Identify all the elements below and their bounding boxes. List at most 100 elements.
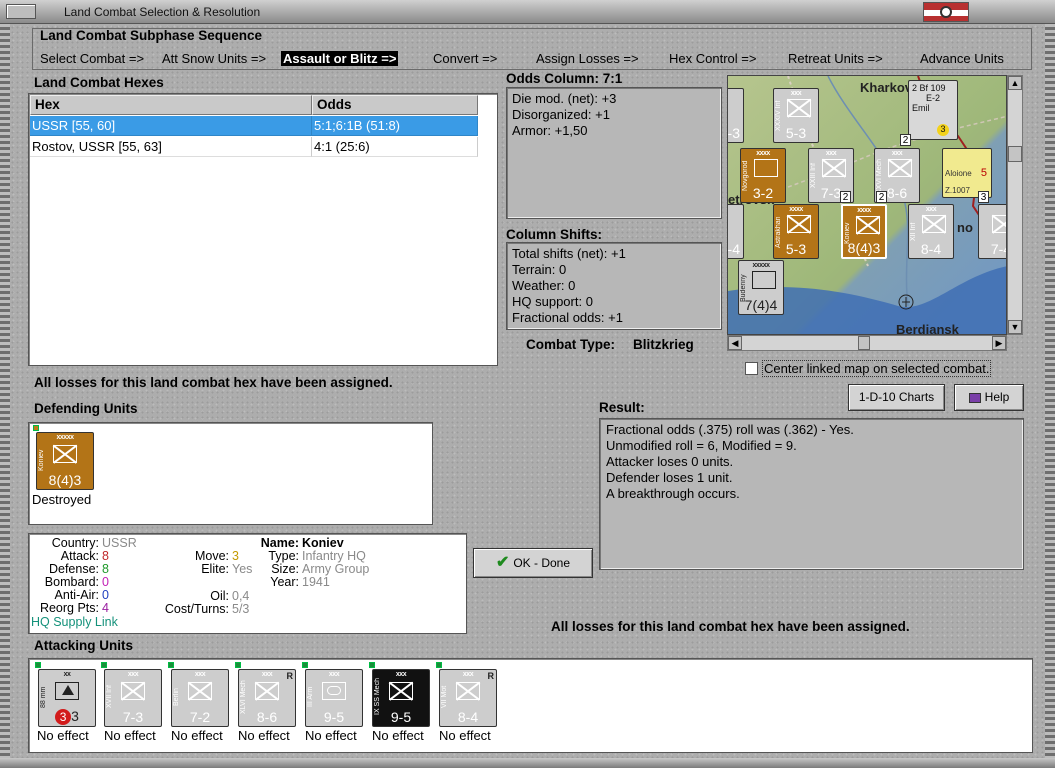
detail-label: Elite: xyxy=(201,562,229,576)
shift-line: Fractional odds: +1 xyxy=(512,310,623,325)
phase-advance-units[interactable]: Advance Units xyxy=(920,51,1004,66)
detail-label: Cost/Turns: xyxy=(164,602,229,616)
center-map-label[interactable]: Center linked map on selected combat. xyxy=(762,360,992,377)
city-label: no xyxy=(957,220,973,235)
echelon: xxx xyxy=(825,150,837,157)
scroll-thumb[interactable] xyxy=(858,336,870,350)
attacking-unit-counter[interactable]: xx 88 mm 33 xyxy=(38,669,96,727)
attacking-unit-counter[interactable]: xxx Berlin 7-2 xyxy=(171,669,229,727)
echelon: xxx xyxy=(395,671,407,678)
map-horizontal-scrollbar[interactable]: ◀ ▶ xyxy=(727,335,1007,351)
map-air-counter[interactable]: 2 Bf 109 E-2 Emil 3 xyxy=(908,80,958,140)
center-map-checkbox[interactable] xyxy=(745,362,758,375)
supply-marker-icon xyxy=(436,662,442,668)
frame-right xyxy=(1045,24,1055,768)
phase-retreat-units[interactable]: Retreat Units => xyxy=(788,51,883,66)
phase-att-snow-units[interactable]: Att Snow Units => xyxy=(162,51,266,66)
map-unit-counter[interactable]: xxxx Novgorod 3-2 xyxy=(740,148,786,203)
defending-unit-status: Destroyed xyxy=(32,492,92,507)
scroll-up-arrow-icon[interactable]: ▲ xyxy=(1008,76,1022,90)
ok-done-button[interactable]: ✔ OK - Done xyxy=(473,548,593,578)
shift-line: HQ support: 0 xyxy=(512,294,593,309)
attacking-unit-counter[interactable]: xxx XLVI Mech R 8-6 xyxy=(238,669,296,727)
result-label: Result: xyxy=(599,400,645,415)
echelon: xxx xyxy=(328,671,340,678)
ok-label: OK - Done xyxy=(513,556,571,570)
infantry-icon xyxy=(992,215,1006,233)
checkmark-icon: ✔ xyxy=(495,554,510,571)
armor-icon xyxy=(752,271,776,289)
attack-value: 3 xyxy=(55,709,72,725)
hexes-header: Hex Odds xyxy=(30,95,478,115)
table-row[interactable]: USSR [55, 60] 5:1;6:1B (51:8) xyxy=(30,116,478,136)
scroll-right-arrow-icon[interactable]: ▶ xyxy=(992,336,1006,350)
unit-strength: 7-4 xyxy=(990,241,1006,257)
map-unit-counter[interactable]: xxxx Astrakhan 5-3 xyxy=(773,204,819,259)
map-unit-counter[interactable]: xxx XII Inf 8-4 xyxy=(908,204,954,259)
echelon: xxx xyxy=(891,150,903,157)
map-unit-counter[interactable]: xxx XXXIV Inf 5-3 xyxy=(773,88,819,143)
phase-convert[interactable]: Convert => xyxy=(433,51,497,66)
odds-column-header[interactable]: Odds xyxy=(312,95,478,115)
help-button[interactable]: Help xyxy=(954,384,1024,411)
map-unit-counter[interactable]: -3 xyxy=(727,88,744,143)
attacking-unit-counter[interactable]: xxx VII Mot R 8-4 xyxy=(439,669,497,727)
map-unit-counter-selected[interactable]: xxxx Koniev 8(4)3 xyxy=(841,204,887,259)
map-vertical-scrollbar[interactable]: ▲ ▼ xyxy=(1007,75,1023,335)
unit-strength: 3-2 xyxy=(752,185,774,201)
map-unit-counter[interactable]: xxxxx Budenny 7(4)4 xyxy=(738,260,784,315)
hq-icon xyxy=(856,216,880,234)
attacking-unit-counter[interactable]: xxx IX SS Mech 9-5 xyxy=(372,669,430,727)
map-unit-counter[interactable]: -4 xyxy=(727,204,744,259)
map-unit-counter[interactable]: 7-4 xyxy=(978,204,1006,259)
scroll-left-arrow-icon[interactable]: ◀ xyxy=(728,336,742,350)
unit-strength: 8-6 xyxy=(256,709,278,725)
defending-unit-counter[interactable]: xxxxx Koniev 8(4)3 xyxy=(36,432,94,490)
attacking-unit-status: No effect xyxy=(37,728,89,743)
hex-column-header[interactable]: Hex xyxy=(30,95,312,115)
charts-button[interactable]: 1-D-10 Charts xyxy=(848,384,945,411)
column-shifts-label: Column Shifts: xyxy=(506,227,602,242)
supply-marker-icon xyxy=(35,662,41,668)
attacking-units-label: Attacking Units xyxy=(34,638,134,653)
echelon: xxxxx xyxy=(56,434,74,441)
frame-left xyxy=(0,24,10,768)
mech-icon xyxy=(888,159,912,177)
city-label: Kharkov xyxy=(860,80,913,95)
scroll-thumb[interactable] xyxy=(1008,146,1022,162)
phase-select-combat[interactable]: Select Combat => xyxy=(40,51,144,66)
phase-sequence-title: Land Combat Subphase Sequence xyxy=(40,28,263,43)
echelon: xxxxx xyxy=(752,262,770,269)
supply-marker-icon xyxy=(302,662,308,668)
supply-marker-icon xyxy=(168,662,174,668)
odds-line: Disorganized: +1 xyxy=(512,107,610,122)
phase-hex-control[interactable]: Hex Control => xyxy=(669,51,756,66)
unit-strength: -3 xyxy=(727,125,740,141)
attacking-unit-counter[interactable]: xxx III Arm 9-5 xyxy=(305,669,363,727)
book-icon xyxy=(968,392,981,403)
supply-marker-icon xyxy=(101,662,107,668)
result-line: Attacker loses 0 units. xyxy=(606,454,734,469)
echelon: xxxx xyxy=(756,150,770,157)
linked-map[interactable]: Kharkov Berdiansk etrovsk no xxx XXXIV I… xyxy=(727,75,1007,335)
attacking-unit-counter[interactable]: xxx XVII Inf 7-3 xyxy=(104,669,162,727)
detail-label: Reorg Pts: xyxy=(39,601,99,615)
echelon: xxx xyxy=(790,90,802,97)
shift-line: Terrain: 0 xyxy=(512,262,567,277)
table-row[interactable]: Rostov, USSR [55, 63] 4:1 (25:6) xyxy=(30,137,478,157)
unit-strength: 9-5 xyxy=(323,709,345,725)
result-line: Unmodified roll = 6, Modified = 9. xyxy=(606,438,797,453)
shifts-box: Total shifts (net): +1 Terrain: 0 Weathe… xyxy=(506,242,722,330)
phase-assign-losses[interactable]: Assign Losses => xyxy=(536,51,639,66)
unit-strength: 9-5 xyxy=(390,709,412,725)
phase-assault-or-blitz[interactable]: Assault or Blitz => xyxy=(281,51,399,66)
unit-strength: -4 xyxy=(727,241,740,257)
echelon: xxxx xyxy=(789,206,803,213)
echelon: xxx xyxy=(194,671,206,678)
move-value: 3 xyxy=(71,708,79,724)
scroll-down-arrow-icon[interactable]: ▼ xyxy=(1008,320,1022,334)
echelon: xxx xyxy=(127,671,139,678)
stack-count: 2 xyxy=(876,191,887,203)
combat-type-label: Combat Type: xyxy=(526,337,616,352)
system-menu-button[interactable] xyxy=(6,4,36,19)
